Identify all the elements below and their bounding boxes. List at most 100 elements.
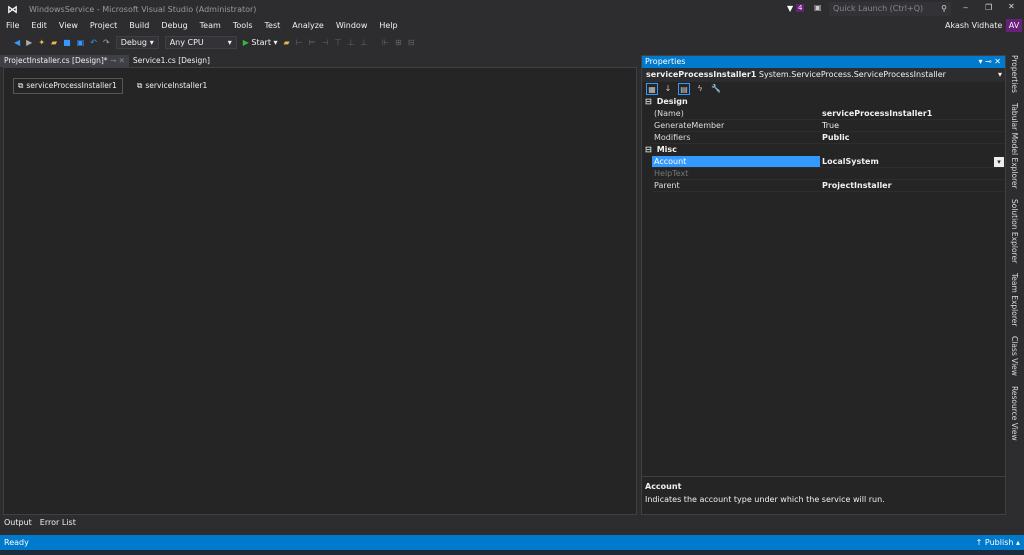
alphabetical-icon[interactable]: ↓ (662, 83, 674, 95)
platform-value: Any CPU (169, 37, 204, 47)
play-icon: ▶ (242, 37, 249, 47)
user-avatar[interactable]: AV (1006, 19, 1022, 32)
back-icon[interactable]: ◀ (14, 38, 20, 47)
side-tab-solution-explorer[interactable]: Solution Explorer (1007, 199, 1019, 263)
object-selector[interactable]: serviceProcessInstaller1 System.ServiceP… (642, 68, 1005, 82)
property-value[interactable]: LocalSystem (820, 156, 993, 167)
open-file-icon[interactable]: ▰ (51, 38, 57, 47)
redo-icon[interactable]: ↷ (103, 38, 110, 47)
description-text: Indicates the account type under which t… (645, 495, 885, 504)
search-icon: ⚲ (941, 4, 947, 13)
tab-output[interactable]: Output (4, 518, 32, 527)
component-service-installer[interactable]: ⧉ serviceInstaller1 (132, 78, 213, 94)
category-label: Design (656, 97, 688, 106)
property-value[interactable]: True (820, 120, 1005, 131)
publish-icon: ↑ (975, 538, 983, 547)
tab-order-icon[interactable]: ▰ (284, 38, 290, 47)
dropdown-icon[interactable]: ▾ (978, 57, 982, 66)
close-tab-icon[interactable]: ✕ (119, 56, 125, 65)
property-row[interactable]: GenerateMember True (652, 120, 1005, 132)
status-text: Ready (4, 538, 29, 547)
start-button[interactable]: ▶ Start ▾ (243, 38, 278, 47)
property-value[interactable]: serviceProcessInstaller1 (820, 108, 1005, 119)
categorized-icon[interactable]: ▦ (646, 83, 658, 95)
menu-team[interactable]: Team (194, 19, 227, 33)
properties-header: Properties ▾ ⊸ ✕ (642, 56, 1005, 68)
property-value[interactable] (820, 168, 1005, 179)
toolbar: ◀ ▶ ✦ ▰ ■ ▣ ↶ ↷ Debug ▾ Any CPU ▾ ▶ Start … (0, 34, 640, 50)
side-tab-team-explorer[interactable]: Team Explorer (1007, 273, 1019, 326)
configuration-dropdown[interactable]: Debug ▾ (115, 35, 159, 49)
events-icon[interactable]: ϟ (694, 83, 706, 95)
collapse-icon[interactable]: ⊟ (645, 144, 652, 156)
menu-view[interactable]: View (53, 19, 84, 33)
feedback-icon[interactable]: ▣ (814, 3, 822, 12)
publish-label: Publish (984, 538, 1014, 547)
property-name: Parent (654, 181, 680, 190)
layout-toolbar-icons[interactable]: ⊢⊨⊣⊤⊥⊥ ⊩⊞⊟ (296, 38, 421, 47)
menu-window[interactable]: Window (330, 19, 374, 33)
properties-icon[interactable]: ▤ (678, 83, 690, 95)
property-value[interactable]: ProjectInstaller (820, 180, 1005, 191)
menu-tools[interactable]: Tools (227, 19, 259, 33)
menu-edit[interactable]: Edit (25, 19, 53, 33)
property-row[interactable]: Parent ProjectInstaller (652, 180, 1005, 192)
forward-icon[interactable]: ▶ (26, 38, 32, 47)
menu-bar: File Edit View Project Build Debug Team … (0, 19, 404, 33)
property-row[interactable]: Modifiers Public (652, 132, 1005, 144)
dropdown-button[interactable]: ▾ (994, 157, 1004, 167)
tab-service1[interactable]: Service1.cs [Design] (129, 55, 214, 67)
property-name: GenerateMember (654, 121, 725, 130)
title-bar: ⋈ WindowsService - Microsoft Visual Stud… (0, 0, 1024, 32)
property-row[interactable]: (Name) serviceProcessInstaller1 (652, 108, 1005, 120)
close-button[interactable]: ✕ (1008, 2, 1015, 11)
designer-surface[interactable]: ⧉ serviceProcessInstaller1 ⧉ serviceInstal… (3, 67, 637, 515)
description-title: Account (645, 482, 682, 491)
component-label: serviceInstaller1 (145, 81, 208, 90)
save-icon[interactable]: ■ (63, 38, 71, 47)
menu-file[interactable]: File (0, 19, 25, 33)
platform-dropdown[interactable]: Any CPU ▾ (164, 35, 237, 49)
menu-build[interactable]: Build (123, 19, 155, 33)
menu-analyze[interactable]: Analyze (286, 19, 330, 33)
status-bar: Ready ↑ Publish ▴ (0, 535, 1024, 550)
save-all-icon[interactable]: ▣ (77, 38, 85, 47)
side-tab-properties[interactable]: Properties (1007, 55, 1019, 93)
notification-flag-icon[interactable]: ▼ (787, 4, 793, 13)
undo-icon[interactable]: ↶ (90, 38, 97, 47)
side-tab-class-view[interactable]: Class View (1007, 336, 1019, 376)
component-service-process-installer[interactable]: ⧉ serviceProcessInstaller1 (13, 78, 123, 94)
menu-help[interactable]: Help (373, 19, 403, 33)
property-name: Account (652, 156, 820, 167)
menu-test[interactable]: Test (259, 19, 287, 33)
pin-icon[interactable]: ⊸ (110, 56, 116, 65)
collapse-icon[interactable]: ⊟ (645, 96, 652, 108)
start-label: Start (251, 37, 271, 47)
property-description: Account Indicates the account type under… (642, 476, 1005, 514)
side-tab-tabular-model-explorer[interactable]: Tabular Model Explorer (1007, 103, 1019, 189)
property-row[interactable]: HelpText (652, 168, 1005, 180)
restore-button[interactable]: ❐ (985, 3, 992, 12)
side-tab-resource-view[interactable]: Resource View (1007, 386, 1019, 441)
menu-project[interactable]: Project (84, 19, 123, 33)
category-misc[interactable]: ⊟ Misc (642, 144, 1005, 156)
tab-error-list[interactable]: Error List (40, 518, 76, 527)
property-value[interactable]: Public (820, 132, 1005, 143)
property-row-selected[interactable]: Account LocalSystem ▾ (652, 156, 1005, 168)
windows-taskbar (0, 550, 1024, 555)
category-design[interactable]: ⊟ Design (642, 96, 1005, 108)
menu-debug[interactable]: Debug (155, 19, 193, 33)
notification-count[interactable]: 4 (796, 4, 805, 12)
new-project-icon[interactable]: ✦ (38, 38, 45, 47)
tab-label: ProjectInstaller.cs [Design]* (4, 56, 108, 65)
tab-project-installer[interactable]: ProjectInstaller.cs [Design]* ⊸ ✕ (0, 55, 129, 67)
publish-button[interactable]: ↑ Publish ▴ (976, 535, 1020, 550)
user-name[interactable]: Akash Vidhate (945, 21, 1002, 30)
quick-launch-input[interactable]: Quick Launch (Ctrl+Q) ⚲ (829, 2, 951, 16)
close-icon[interactable]: ✕ (994, 57, 1001, 66)
property-pages-icon[interactable]: 🔧 (710, 83, 722, 95)
minimize-button[interactable]: ‒ (963, 3, 968, 12)
category-label: Misc (656, 145, 677, 154)
pin-icon[interactable]: ⊸ (985, 57, 992, 66)
component-icon: ⧉ (18, 81, 24, 90)
